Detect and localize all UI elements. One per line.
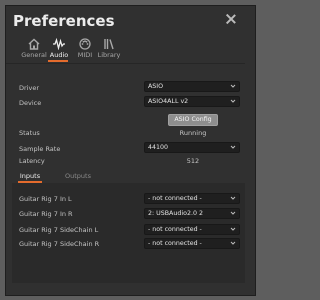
device-label: Device	[19, 99, 42, 107]
device-select[interactable]: ASIO4ALL v2	[144, 96, 240, 107]
input-name: Guitar Rig 7 In L	[19, 195, 72, 203]
input-source-value: - not connected -	[148, 226, 202, 233]
tab-inputs[interactable]: Inputs	[20, 172, 40, 180]
tab-divider	[6, 63, 245, 64]
input-source-value: - not connected -	[148, 195, 202, 202]
driver-value: ASIO	[148, 83, 164, 90]
dialog-title: Preferences	[13, 12, 115, 30]
chevron-down-icon	[230, 145, 236, 149]
sample-rate-value: 44100	[148, 144, 169, 151]
active-tab-indicator	[48, 60, 68, 62]
status-label: Status	[19, 129, 40, 137]
tab-audio[interactable]: Audio	[50, 51, 68, 59]
tab-outputs[interactable]: Outputs	[65, 172, 91, 180]
home-icon	[28, 38, 40, 50]
latency-label: Latency	[19, 157, 45, 165]
tab-library[interactable]: Library	[98, 51, 121, 59]
chevron-down-icon	[230, 99, 236, 103]
input-source-select[interactable]: 2: USBAudio2.0 2	[144, 208, 240, 219]
close-icon[interactable]	[226, 14, 236, 24]
midi-icon	[79, 38, 91, 50]
asio-config-button[interactable]: ASIO Config	[168, 114, 218, 126]
status-value: Running	[179, 129, 207, 137]
chevron-down-icon	[230, 227, 236, 231]
device-value: ASIO4ALL v2	[148, 98, 189, 105]
driver-label: Driver	[19, 84, 40, 92]
input-source-select[interactable]: - not connected -	[144, 238, 240, 249]
input-source-value: - not connected -	[148, 240, 202, 247]
library-icon	[104, 39, 114, 50]
latency-value: 512	[186, 157, 200, 165]
input-name: Guitar Rig 7 SideChain R	[19, 240, 100, 248]
chevron-down-icon	[230, 84, 236, 88]
input-source-select[interactable]: - not connected -	[144, 224, 240, 235]
chevron-down-icon	[230, 241, 236, 245]
driver-select[interactable]: ASIO	[144, 81, 240, 92]
input-name: Guitar Rig 7 SideChain L	[19, 226, 99, 234]
tab-midi[interactable]: MIDI	[78, 51, 92, 59]
chevron-down-icon	[230, 211, 236, 215]
input-source-select[interactable]: - not connected -	[144, 193, 240, 204]
sample-rate-select[interactable]: 44100	[144, 142, 240, 153]
input-name: Guitar Rig 7 In R	[19, 210, 73, 218]
sample-rate-label: Sample Rate	[19, 145, 61, 153]
input-source-value: 2: USBAudio2.0 2	[148, 210, 203, 217]
chevron-down-icon	[230, 196, 236, 200]
tab-general[interactable]: General	[21, 51, 47, 59]
audio-waveform-icon	[53, 38, 65, 50]
